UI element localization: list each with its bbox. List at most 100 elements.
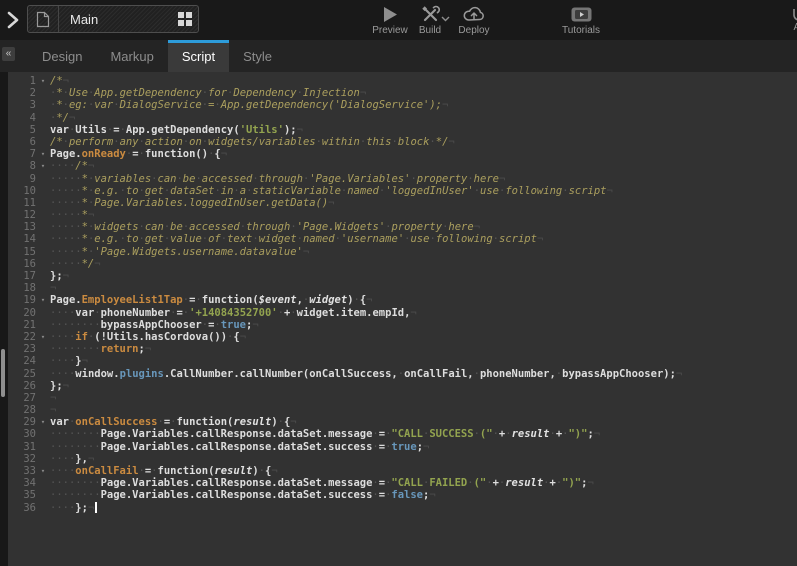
line-number: 25 <box>8 368 36 380</box>
code-text: ¬ <box>50 392 56 404</box>
script-editor[interactable]: 1▾/*¬2·*·Use·App.getDependency·for·Depen… <box>0 72 797 566</box>
code-text: ·····*·Page.Variables.loggedInUser.getDa… <box>50 197 335 209</box>
code-line[interactable]: 5var·Utils·=·App.getDependency('Utils');… <box>8 124 797 136</box>
code-line[interactable]: 18¬ <box>8 282 797 294</box>
code-line[interactable]: 31········Page.Variables.callResponse.da… <box>8 441 797 453</box>
code-text: var·Utils·=·App.getDependency('Utils');¬ <box>50 124 303 136</box>
code-text: ¬ <box>50 282 56 294</box>
fold-marker-icon[interactable]: ▾ <box>36 416 50 428</box>
code-line[interactable]: 34········Page.Variables.callResponse.da… <box>8 477 797 489</box>
cut-off-icon <box>792 8 797 21</box>
line-number: 7 <box>8 148 36 160</box>
deploy-button[interactable]: Deploy <box>450 4 498 36</box>
tutorials-button[interactable]: Tutorials <box>551 4 611 36</box>
fold-gutter <box>36 270 50 282</box>
line-number: 16 <box>8 258 36 270</box>
line-number: 23 <box>8 343 36 355</box>
code-line[interactable]: 12·····*¬ <box>8 209 797 221</box>
code-line[interactable]: 22▾····if·(!Utils.hasCordova())·{¬ <box>8 331 797 343</box>
fold-gutter <box>36 185 50 197</box>
line-number: 13 <box>8 221 36 233</box>
code-line[interactable]: 24····}¬ <box>8 355 797 367</box>
code-line[interactable]: 16·····*/¬ <box>8 258 797 270</box>
fold-gutter <box>36 221 50 233</box>
left-rail <box>0 72 8 566</box>
code-line[interactable]: 9·····*·variables·can·be·accessed·throug… <box>8 173 797 185</box>
fold-gutter <box>36 209 50 221</box>
build-button[interactable]: Build <box>409 4 451 36</box>
fold-marker-icon[interactable]: ▾ <box>36 465 50 477</box>
fold-marker-icon[interactable]: ▾ <box>36 331 50 343</box>
code-line[interactable]: 23········return;¬ <box>8 343 797 355</box>
fold-marker-icon[interactable]: ▾ <box>36 294 50 306</box>
tab-markup[interactable]: Markup <box>96 40 167 72</box>
line-number: 4 <box>8 112 36 124</box>
code-line[interactable]: 35········Page.Variables.callResponse.da… <box>8 489 797 501</box>
fold-gutter <box>36 368 50 380</box>
code-text: ····if·(!Utils.hasCordova())·{¬ <box>50 331 246 343</box>
preview-button[interactable]: Preview <box>365 4 415 36</box>
code-line[interactable]: 2·*·Use·App.getDependency·for·Dependency… <box>8 87 797 99</box>
left-scrollbar-thumb[interactable] <box>1 349 5 397</box>
page-document-icon <box>28 6 59 32</box>
code-line[interactable]: 29▾var·onCallSuccess·=·function(result)·… <box>8 416 797 428</box>
tutorials-label: Tutorials <box>562 25 600 36</box>
code-line[interactable]: 17};¬ <box>8 270 797 282</box>
code-line[interactable]: 28¬ <box>8 404 797 416</box>
code-line[interactable]: 11 ·····*·Page.Variables.loggedInUser.get… <box>8 197 797 209</box>
code-text: ····window.plugins.CallNumber.callNumber… <box>50 368 682 380</box>
line-number: 11 <box>8 197 36 209</box>
fold-gutter <box>36 343 50 355</box>
code-line[interactable]: 3·*·eg:·var·DialogService·=·App.getDepen… <box>8 99 797 111</box>
collapse-sidebar-button[interactable]: « <box>2 47 15 61</box>
cut-off-toolbar-item[interactable]: Arti <box>781 8 797 33</box>
code-line[interactable]: 33▾····onCallFail·=·function(result)·{¬ <box>8 465 797 477</box>
code-line[interactable]: 26};¬ <box>8 380 797 392</box>
fold-marker-icon[interactable]: ▾ <box>36 160 50 172</box>
chevron-down-icon[interactable] <box>441 16 450 22</box>
line-number: 35 <box>8 489 36 501</box>
fold-gutter <box>36 404 50 416</box>
code-line[interactable]: 21········bypassAppChooser·=·true;¬ <box>8 319 797 331</box>
chevron-right-icon <box>6 10 19 30</box>
code-line[interactable]: 30········Page.Variables.callResponse.da… <box>8 428 797 440</box>
line-number: 24 <box>8 355 36 367</box>
video-icon <box>571 4 592 24</box>
code-line[interactable]: 19▾Page.EmployeeList1Tap·=·function($eve… <box>8 294 797 306</box>
code-line[interactable]: 20····var·phoneNumber·=·'+14084352700'·+… <box>8 307 797 319</box>
code-line[interactable]: 36····};¬ <box>8 502 797 514</box>
code-line[interactable]: 7▾Page.onReady·=·function()·{¬ <box>8 148 797 160</box>
code-line[interactable]: 15·····*·'Page.Widgets.username.datavalu… <box>8 246 797 258</box>
tab-style[interactable]: Style <box>229 40 286 72</box>
code-line[interactable]: 10·····*·e.g.·to·get·dataSet·in·a·static… <box>8 185 797 197</box>
fold-gutter <box>36 112 50 124</box>
fold-marker-icon[interactable]: ▾ <box>36 148 50 160</box>
expand-panel-button[interactable] <box>6 9 22 31</box>
fold-gutter <box>36 502 50 514</box>
code-text: ¬ <box>50 404 56 416</box>
code-line[interactable]: 32····},¬ <box>8 453 797 465</box>
text-caret <box>95 502 97 513</box>
code-line[interactable]: 13 ·····*·widgets·can·be·accessed·through… <box>8 221 797 233</box>
fold-marker-icon[interactable]: ▾ <box>36 75 50 87</box>
tab-design[interactable]: Design <box>28 40 96 72</box>
code-line[interactable]: 1▾/*¬ <box>8 75 797 87</box>
line-number: 22 <box>8 331 36 343</box>
fold-gutter <box>36 233 50 245</box>
code-text: ·····*·widgets·can·be·accessed·through·'… <box>50 221 480 233</box>
code-line[interactable]: 14·····*·e.g.·to·get·value·of·text·widge… <box>8 233 797 245</box>
tab-script[interactable]: Script <box>168 40 229 72</box>
fold-gutter <box>36 124 50 136</box>
code-line[interactable]: 8▾····/*¬ <box>8 160 797 172</box>
page-switcher[interactable]: Main <box>27 5 199 33</box>
deploy-label: Deploy <box>458 25 489 36</box>
code-line[interactable]: 6/*·perform·any·action·on·widgets/variab… <box>8 136 797 148</box>
code-line[interactable]: 4·*/¬ <box>8 112 797 124</box>
pages-grid-icon[interactable] <box>172 12 198 26</box>
line-number: 26 <box>8 380 36 392</box>
active-page-name: Main <box>59 12 172 27</box>
code-line[interactable]: 25 ····window.plugins.CallNumber.callNumb… <box>8 368 797 380</box>
code-line[interactable]: 27¬ <box>8 392 797 404</box>
code-area[interactable]: 1▾/*¬2·*·Use·App.getDependency·for·Depen… <box>8 75 797 514</box>
code-text: ·····*·e.g.·to·get·value·of·text·widget·… <box>50 233 543 245</box>
